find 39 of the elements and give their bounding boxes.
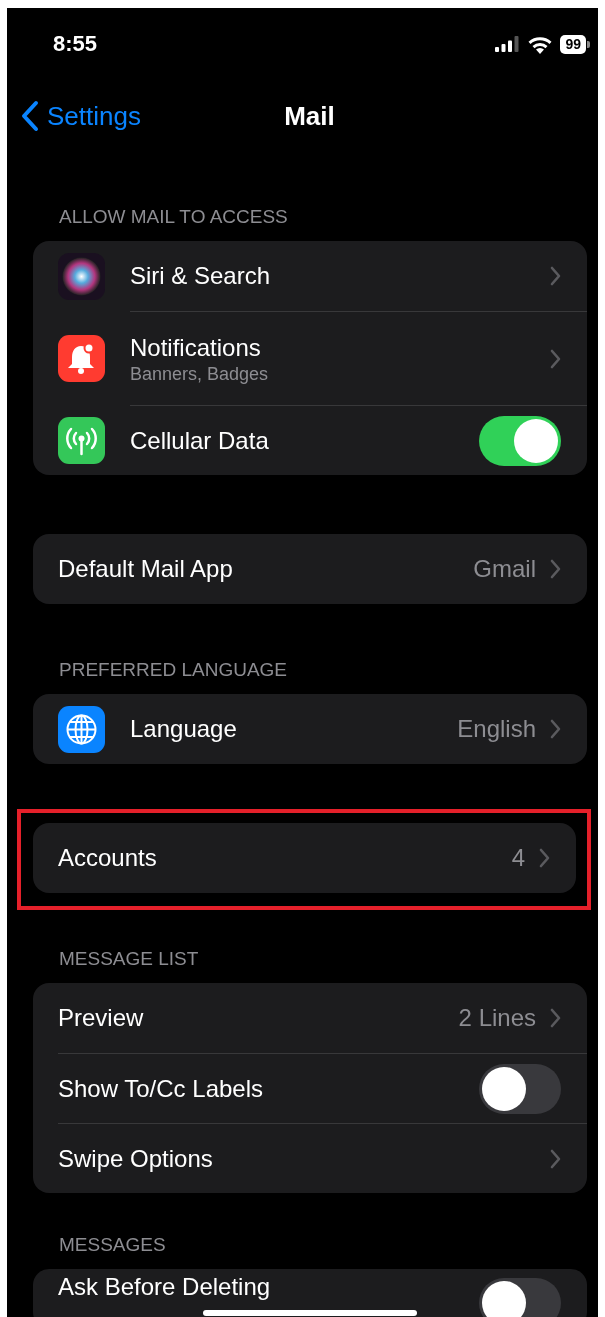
globe-icon — [58, 705, 105, 753]
row-label: Default Mail App — [58, 554, 234, 584]
row-value: 4 — [511, 844, 525, 872]
section-header: MESSAGES — [59, 1233, 166, 1257]
section-header: MESSAGE LIST — [59, 947, 199, 971]
row-label: Cellular Data — [130, 425, 270, 456]
bell-icon — [58, 334, 105, 382]
chevron-icon[interactable] — [550, 1148, 561, 1169]
chevron-icon[interactable] — [550, 266, 561, 286]
row-value: Gmail — [473, 555, 536, 583]
screen-title: Mail — [284, 100, 335, 132]
wifi-icon — [527, 34, 554, 54]
chevron-icon[interactable] — [550, 559, 561, 579]
row-subtitle: Banners, Badges — [130, 362, 270, 385]
signal-icon — [495, 36, 521, 52]
row-label: Language — [130, 714, 238, 744]
back-button[interactable]: Settings — [21, 100, 141, 132]
row-label: Siri & Search — [130, 261, 272, 291]
orb-icon — [58, 252, 105, 300]
back-chevron-icon[interactable] — [21, 100, 39, 132]
chevron-icon[interactable] — [550, 348, 561, 369]
row-value: English — [457, 715, 536, 743]
section-header: ALLOW MAIL TO ACCESS — [59, 205, 288, 229]
toggle-switch[interactable] — [479, 415, 561, 466]
row-label: Ask Before Deleting — [58, 1272, 272, 1302]
toggle-switch[interactable] — [479, 1063, 561, 1114]
chevron-icon[interactable] — [550, 719, 561, 739]
row-value: 2 Lines — [458, 1004, 536, 1032]
row-label: Accounts — [58, 843, 158, 873]
section-header: PREFERRED LANGUAGE — [59, 658, 288, 682]
row-label: Swipe Options — [58, 1143, 214, 1174]
row-label: Notifications — [130, 332, 262, 363]
row-label: Preview — [58, 1003, 145, 1033]
status-time: 8:55 — [53, 31, 99, 57]
row-label: Show To/Cc Labels — [58, 1073, 264, 1104]
chevron-icon[interactable] — [539, 848, 550, 868]
chevron-icon[interactable] — [550, 1008, 561, 1028]
toggle-switch[interactable] — [479, 1278, 561, 1317]
antenna-icon — [58, 416, 105, 464]
